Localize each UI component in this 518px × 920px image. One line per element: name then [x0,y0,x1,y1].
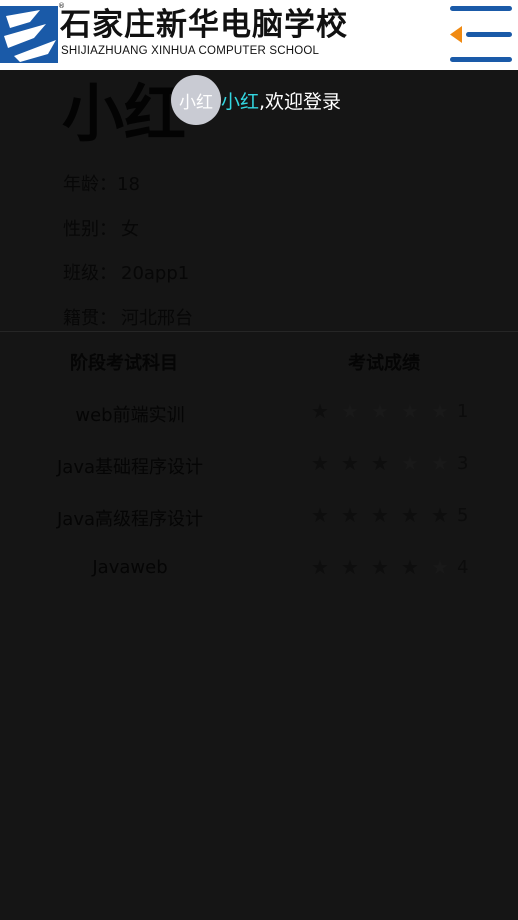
welcome-message: ,欢迎登录 [259,90,342,113]
hometown-value: 河北邢台 [121,308,193,329]
score-value: 5 [457,505,469,526]
gender-value: 女 [121,219,139,240]
subject-name: Java高级程序设计 [56,509,204,530]
site-header: ® 石家庄新华电脑学校 SHIJIAZHUANG XINHUA COMPUTER… [0,0,518,70]
star-icon: ★ [311,399,329,423]
star-icon: ★ [371,503,389,527]
star-icon: ★ [431,451,449,475]
star-icon: ★ [431,399,449,423]
subject-name: web前端实训 [75,405,185,426]
logo-chinese-name: 石家庄新华电脑学校 [60,7,348,43]
column-header-subject: 阶段考试科目 [70,353,178,374]
score-value: 1 [457,401,469,422]
star-icon: ★ [341,451,359,475]
star-icon: ★ [431,555,449,579]
star-icon: ★ [401,399,419,423]
menu-icon[interactable] [446,4,514,64]
section-divider [0,331,518,332]
score-stars: ★ ★ ★ ★ ★ [309,399,451,423]
profile-class: 班级： 20app1 [63,262,189,286]
star-icon: ★ [431,503,449,527]
star-icon: ★ [401,451,419,475]
profile-name: 小红 [62,77,187,150]
gender-label: 性别： [63,219,117,240]
star-icon: ★ [341,555,359,579]
class-value: 20app1 [121,263,190,284]
column-header-score: 考试成绩 [348,353,420,374]
score-value: 4 [457,557,469,578]
star-icon: ★ [371,555,389,579]
logo-english-name: SHIJIAZHUANG XINHUA COMPUTER SCHOOL [61,45,320,57]
score-stars: ★ ★ ★ ★ ★ [309,451,451,475]
star-icon: ★ [311,451,329,475]
school-logo-icon [0,6,58,63]
avatar[interactable]: 小红 [171,75,221,125]
age-value: 18 [117,174,140,195]
subject-name: Java基础程序设计 [56,457,204,478]
star-icon: ★ [371,451,389,475]
class-label: 班级： [63,263,117,284]
score-stars: ★ ★ ★ ★ ★ [309,555,451,579]
star-icon: ★ [311,555,329,579]
welcome-username: 小红 [221,90,260,113]
score-value: 3 [457,453,469,474]
star-icon: ★ [311,503,329,527]
subject-name: Javaweb [92,557,168,578]
star-icon: ★ [341,399,359,423]
profile-gender: 性别：女 [63,218,139,242]
welcome-bar: 小红 小红 ,欢迎登录 [171,75,341,125]
star-icon: ★ [371,399,389,423]
hometown-label: 籍贯： [63,308,117,329]
star-icon: ★ [401,555,419,579]
score-stars: ★ ★ ★ ★ ★ [309,503,451,527]
profile-hometown: 籍贯： 河北邢台 [63,307,193,331]
star-icon: ★ [401,503,419,527]
profile-age: 年龄：18 [63,173,140,197]
star-icon: ★ [341,503,359,527]
age-label: 年龄： [63,174,117,195]
